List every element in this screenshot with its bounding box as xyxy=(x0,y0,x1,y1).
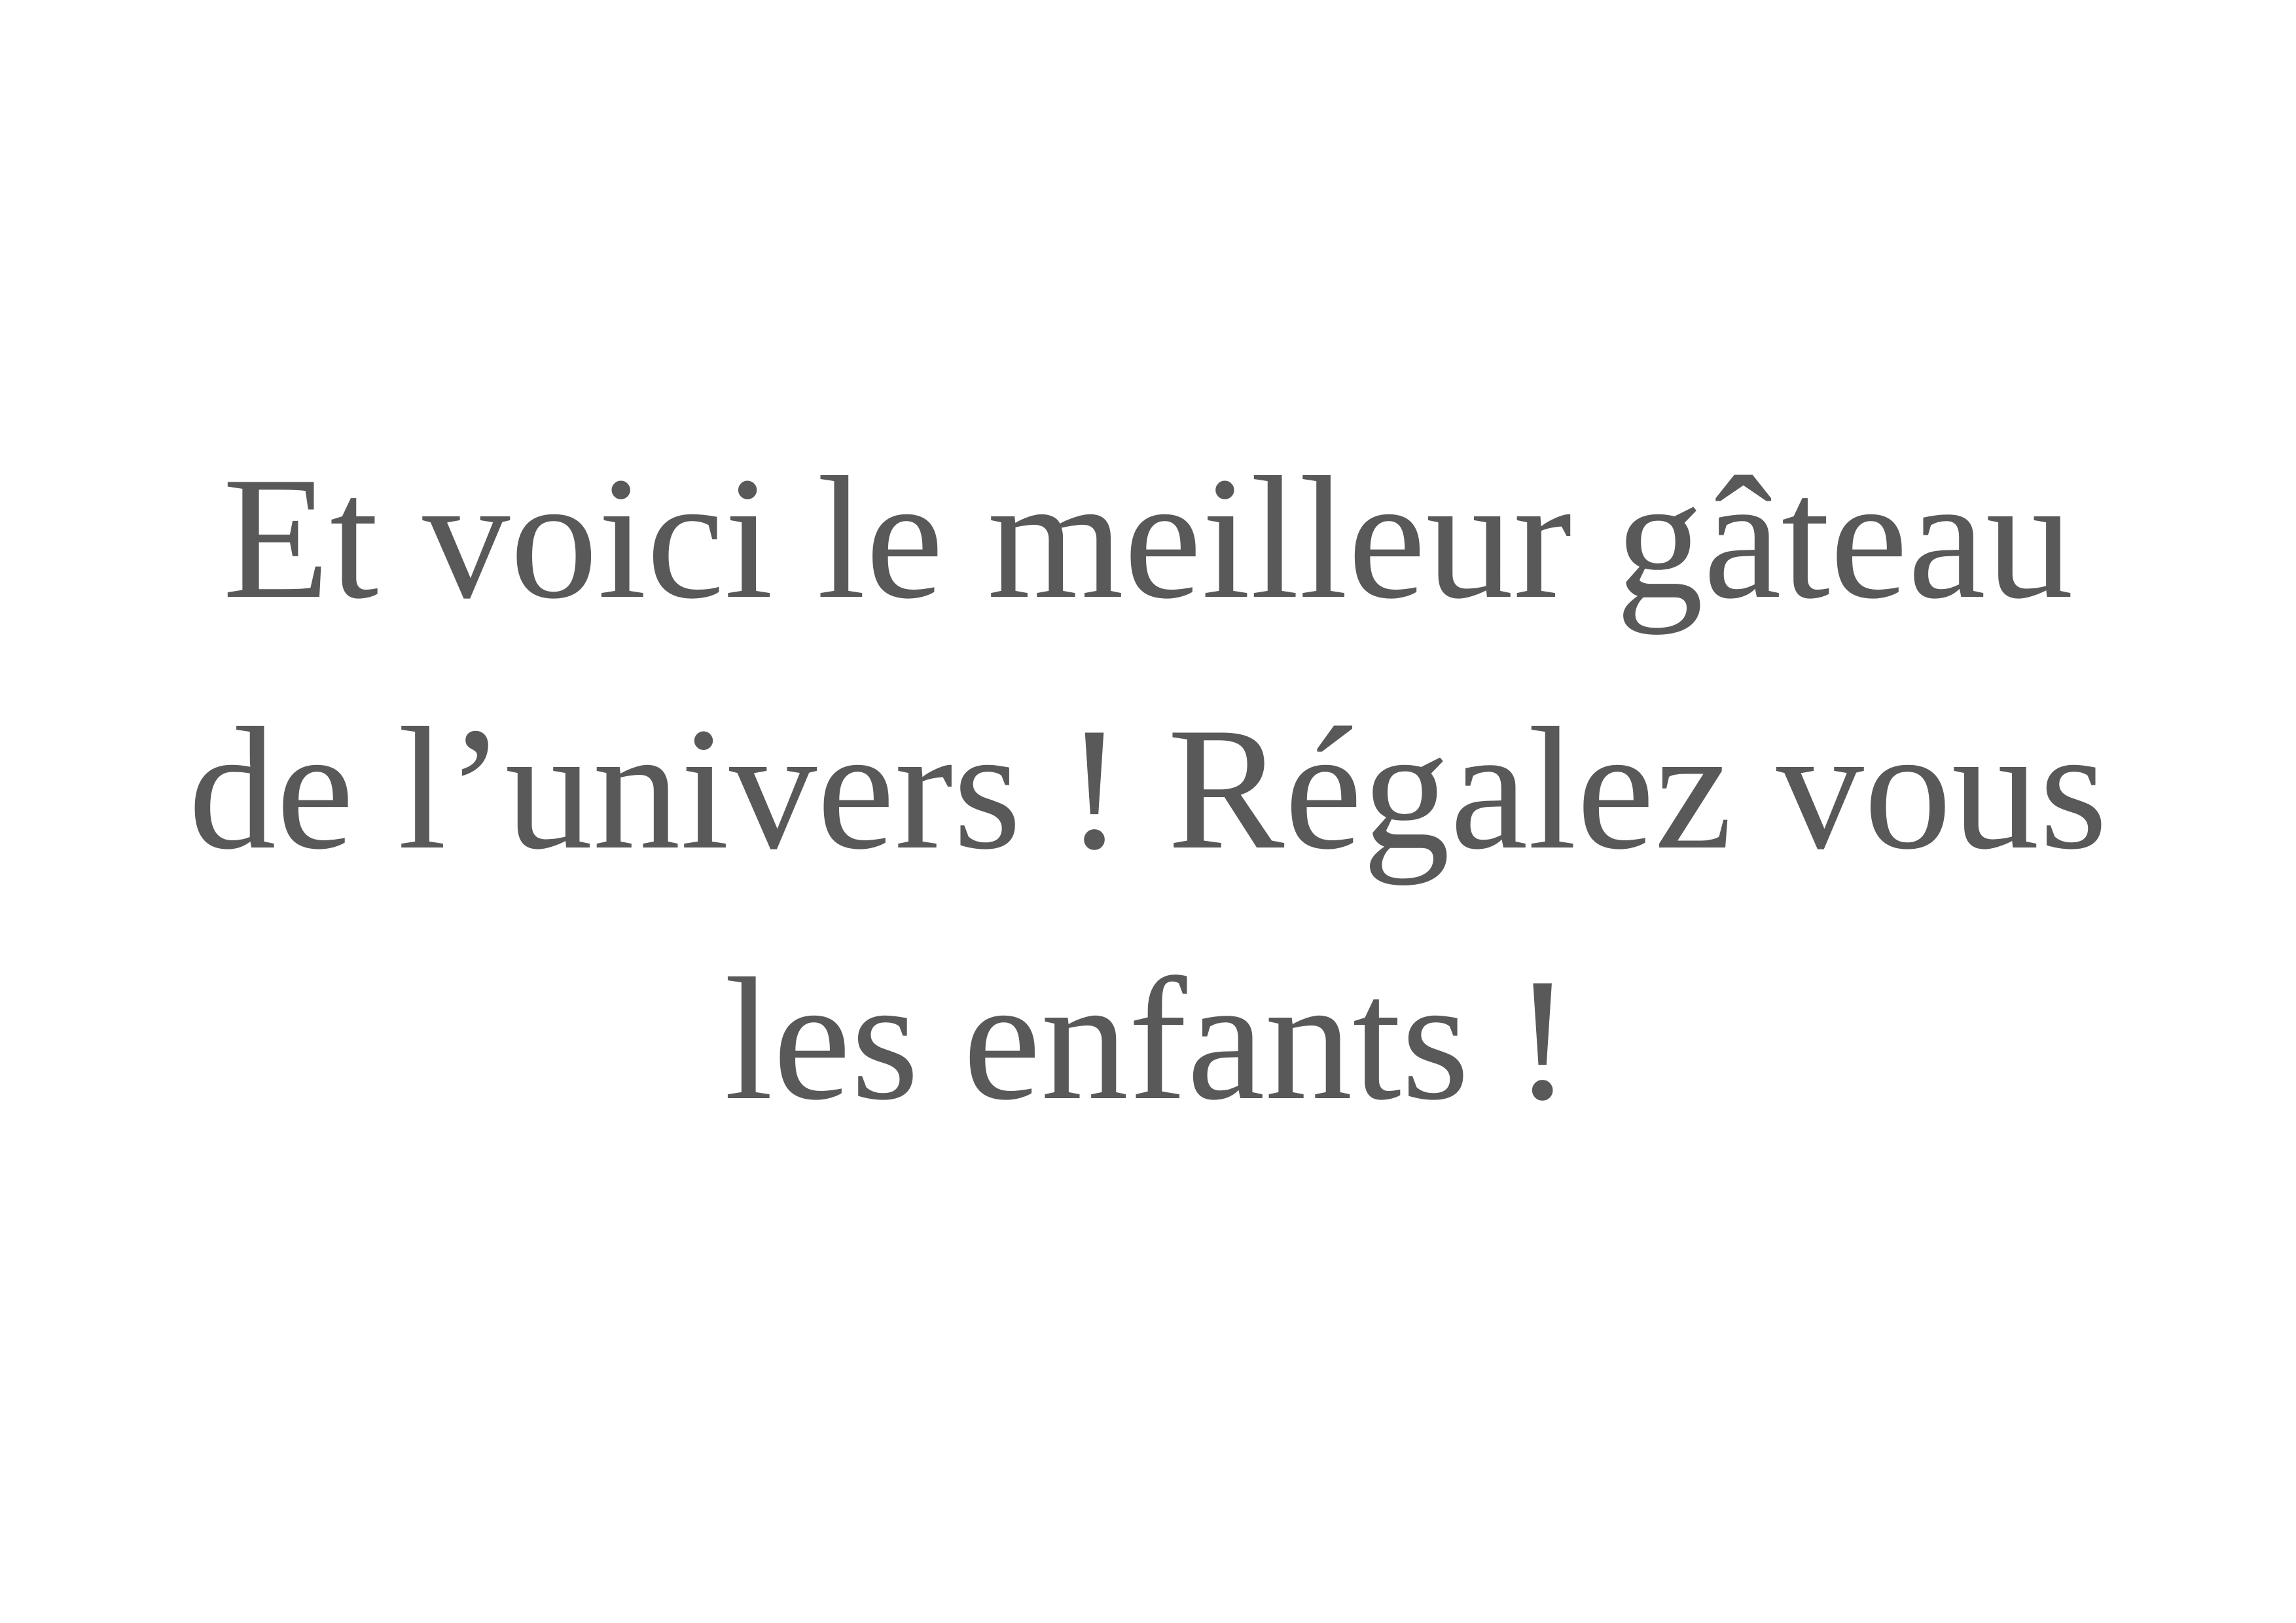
document-page: Et voici le meilleur gâteau de l’univers… xyxy=(0,0,2296,1623)
message-line-3: les enfants ! xyxy=(724,942,1572,1136)
message-line-2: de l’univers ! Régalez vous xyxy=(188,691,2108,885)
message-line-1: Et voici le meilleur gâteau xyxy=(223,440,2073,635)
message-text: Et voici le meilleur gâteau de l’univers… xyxy=(0,412,2296,1164)
